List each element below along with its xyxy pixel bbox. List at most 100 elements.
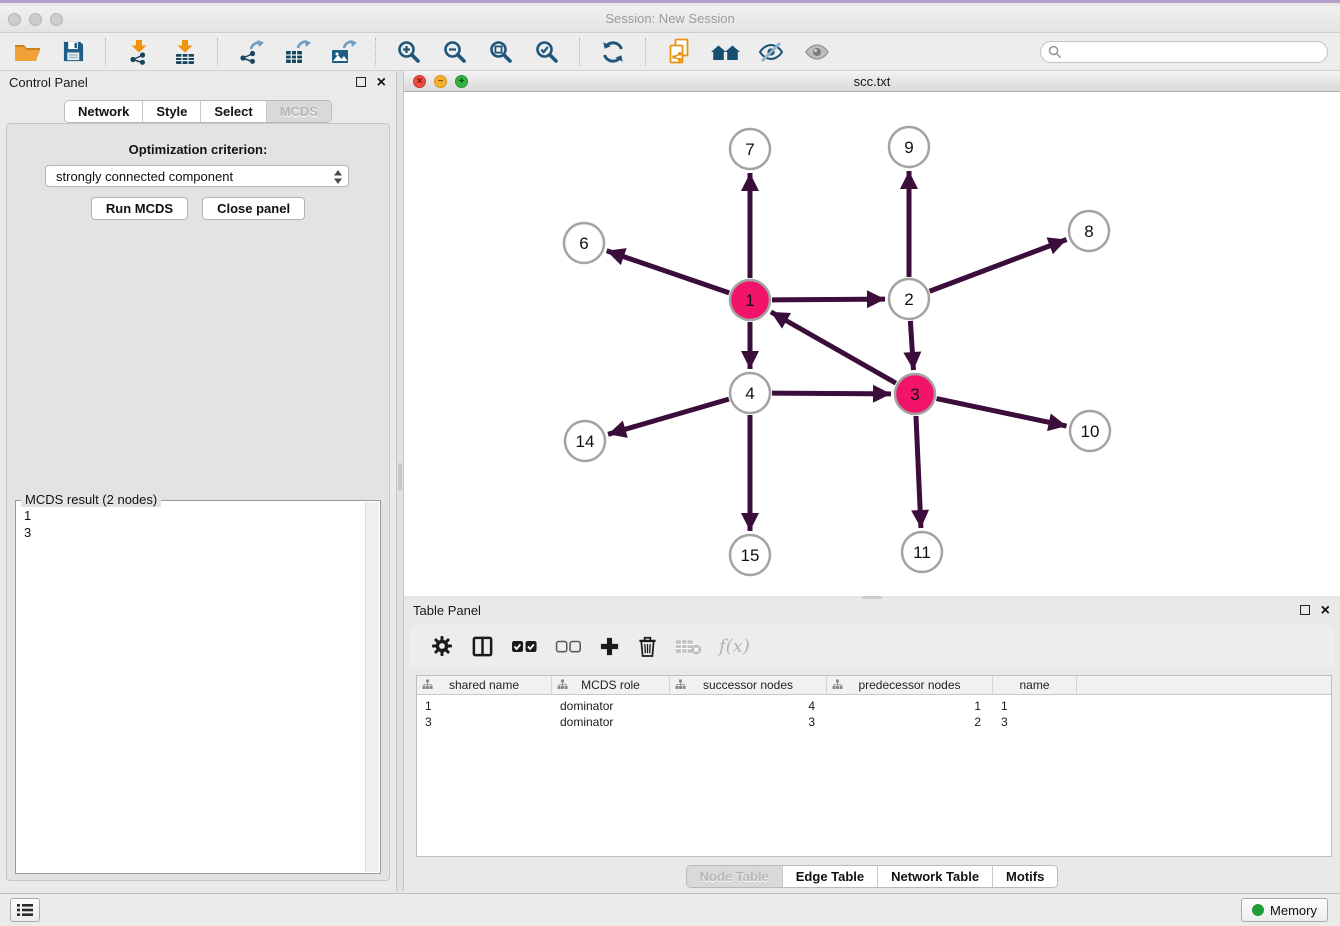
- close-panel-icon[interactable]: ×: [377, 71, 386, 95]
- plus-icon: [599, 636, 620, 657]
- network-canvas[interactable]: 7 9 6 8 1 2 4 3 14 10 15 11: [404, 92, 1340, 596]
- toolbar-separator: [217, 38, 219, 66]
- open-session-button[interactable]: [8, 36, 46, 68]
- graph-node-10[interactable]: 10: [1070, 411, 1110, 451]
- graph-node-8[interactable]: 8: [1069, 211, 1109, 251]
- result-scrollbar[interactable]: [365, 502, 379, 872]
- cell-predecessor-nodes[interactable]: 1: [827, 698, 993, 714]
- search-input[interactable]: [1040, 41, 1328, 63]
- hierarchy-icon: [557, 679, 568, 690]
- select-all-button[interactable]: [511, 632, 538, 660]
- tab-select[interactable]: Select: [200, 101, 265, 122]
- column-header-predecessor-nodes[interactable]: predecessor nodes: [827, 676, 993, 694]
- zoom-selected-button[interactable]: [528, 36, 566, 68]
- graph-node-11[interactable]: 11: [902, 532, 942, 572]
- graph-node-3[interactable]: 3: [895, 374, 935, 414]
- graph-edge-3-11[interactable]: [916, 416, 921, 528]
- import-network-button[interactable]: [120, 36, 158, 68]
- app-titlebar: Session: New Session: [0, 6, 1340, 33]
- table-row[interactable]: 3dominator323: [417, 714, 1331, 730]
- control-panel-tabs: NetworkStyleSelectMCDS: [64, 100, 332, 123]
- graph-node-9[interactable]: 9: [889, 127, 929, 167]
- zoom-in-button[interactable]: [390, 36, 428, 68]
- table-panel: Table Panel ×: [404, 599, 1340, 891]
- show-all-button[interactable]: [798, 36, 836, 68]
- tab-style[interactable]: Style: [142, 101, 200, 122]
- svg-text:14: 14: [576, 432, 595, 451]
- graph-node-4[interactable]: 4: [730, 373, 770, 413]
- graph-node-2[interactable]: 2: [889, 279, 929, 319]
- float-panel-icon[interactable]: [1300, 605, 1310, 615]
- cell-shared-name[interactable]: 3: [417, 714, 552, 730]
- cell-mcds-role[interactable]: dominator: [552, 698, 670, 714]
- export-network-button[interactable]: [232, 36, 270, 68]
- toolbar-separator: [645, 38, 647, 66]
- graph-edge-1-6[interactable]: [607, 251, 729, 293]
- zoom-out-button[interactable]: [436, 36, 474, 68]
- graph-node-7[interactable]: 7: [730, 129, 770, 169]
- tab-mcds[interactable]: MCDS: [266, 101, 331, 122]
- cell-name[interactable]: 1: [993, 698, 1077, 714]
- graph-edge-1-2[interactable]: [772, 299, 885, 300]
- hierarchy-icon: [422, 679, 433, 690]
- table-tab-motifs[interactable]: Motifs: [992, 866, 1057, 887]
- network-graph: 7 9 6 8 1 2 4 3 14 10 15 11: [404, 92, 1336, 596]
- graph-node-1[interactable]: 1: [730, 280, 770, 320]
- graph-edge-4-3[interactable]: [772, 393, 891, 394]
- memory-button[interactable]: Memory: [1241, 898, 1328, 922]
- column-header-successor-nodes[interactable]: successor nodes: [670, 676, 827, 694]
- column-header-name[interactable]: name: [993, 676, 1077, 694]
- control-panel: Control Panel × NetworkStyleSelectMCDS O…: [0, 71, 396, 891]
- refresh-button[interactable]: [594, 36, 632, 68]
- export-image-button[interactable]: [324, 36, 362, 68]
- splitter-grip[interactable]: [398, 463, 402, 491]
- task-history-button[interactable]: [10, 898, 40, 922]
- close-panel-button[interactable]: Close panel: [202, 197, 305, 220]
- table-row[interactable]: 1dominator411: [417, 698, 1331, 714]
- network-document-button[interactable]: [660, 36, 698, 68]
- graph-node-6[interactable]: 6: [564, 223, 604, 263]
- cell-successor-nodes[interactable]: 3: [670, 714, 827, 730]
- graph-edge-4-14[interactable]: [608, 399, 729, 434]
- application-window: Session: New Session: [0, 6, 1340, 926]
- graph-node-14[interactable]: 14: [565, 421, 605, 461]
- cell-mcds-role[interactable]: dominator: [552, 714, 670, 730]
- mcds-result-lines: 13: [16, 503, 364, 871]
- zoom-fit-button[interactable]: [482, 36, 520, 68]
- graph-edge-3-1[interactable]: [771, 312, 896, 383]
- home-view-button[interactable]: [706, 36, 744, 68]
- graph-edge-3-10[interactable]: [937, 399, 1067, 426]
- hierarchy-icon: [675, 679, 686, 690]
- table-tab-edge-table[interactable]: Edge Table: [782, 866, 877, 887]
- float-panel-icon[interactable]: [356, 77, 366, 87]
- criterion-select[interactable]: strongly connected component: [45, 165, 349, 187]
- column-header-shared-name[interactable]: shared name: [417, 676, 552, 694]
- hide-selected-button[interactable]: [752, 36, 790, 68]
- tab-network[interactable]: Network: [65, 101, 142, 122]
- run-mcds-button[interactable]: Run MCDS: [91, 197, 188, 220]
- import-table-button[interactable]: [166, 36, 204, 68]
- table-settings-button[interactable]: [430, 632, 454, 660]
- save-session-button[interactable]: [54, 36, 92, 68]
- column-label: name: [1019, 678, 1049, 692]
- graph-edge-2-8[interactable]: [930, 239, 1067, 291]
- cell-name[interactable]: 3: [993, 714, 1077, 730]
- column-header-mcds-role[interactable]: MCDS role: [552, 676, 670, 694]
- graph-node-15[interactable]: 15: [730, 535, 770, 575]
- session-title: Session: New Session: [0, 11, 1340, 26]
- export-table-button[interactable]: [278, 36, 316, 68]
- gear-icon: [430, 634, 454, 658]
- deselect-all-button[interactable]: [555, 632, 582, 660]
- cell-shared-name[interactable]: 1: [417, 698, 552, 714]
- show-column-button[interactable]: [471, 632, 494, 660]
- create-column-button[interactable]: [599, 632, 620, 660]
- table-tab-network-table[interactable]: Network Table: [877, 866, 992, 887]
- cell-successor-nodes[interactable]: 4: [670, 698, 827, 714]
- cell-predecessor-nodes[interactable]: 2: [827, 714, 993, 730]
- network-document-icon: [666, 38, 692, 65]
- delete-column-button[interactable]: [637, 632, 658, 660]
- graph-edge-2-3[interactable]: [910, 321, 913, 370]
- table-tab-node-table[interactable]: Node Table: [687, 866, 782, 887]
- close-panel-icon[interactable]: ×: [1321, 599, 1330, 623]
- vertical-splitter[interactable]: [396, 71, 404, 891]
